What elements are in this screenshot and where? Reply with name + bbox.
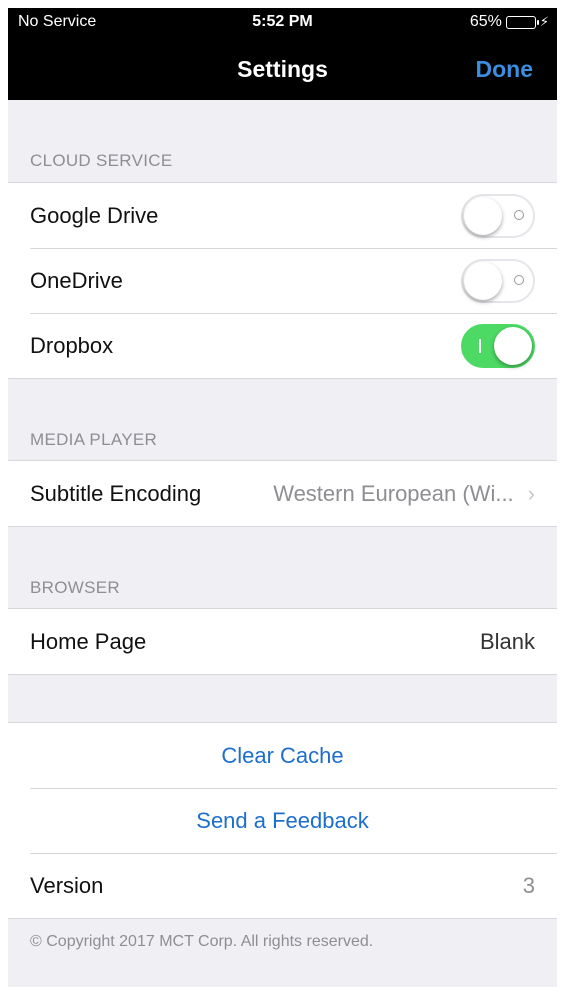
send-feedback-button[interactable]: Send a Feedback — [8, 788, 557, 853]
battery-status: 65% ⚡ — [470, 13, 549, 31]
toggle-knob — [464, 196, 502, 235]
home-page-label: Home Page — [30, 628, 147, 654]
subtitle-encoding-label: Subtitle Encoding — [30, 480, 202, 506]
media-player-group: Subtitle Encoding Western European (Wi..… — [8, 460, 557, 527]
google-drive-row: Google Drive — [8, 183, 557, 248]
google-drive-toggle[interactable] — [461, 193, 535, 238]
version-value: 3 — [522, 872, 535, 898]
settings-screen: No Service 5:52 PM 65% ⚡ Settings Done C… — [8, 8, 557, 987]
battery-percent: 65% — [469, 13, 502, 30]
toggle-knob — [464, 261, 502, 300]
toggle-off-indicator — [514, 209, 524, 220]
version-label: Version — [30, 872, 104, 898]
browser-group: Home Page Blank — [8, 608, 557, 675]
toggle-off-indicator — [514, 274, 524, 285]
media-player-header: MEDIA PLAYER — [30, 430, 158, 449]
done-button[interactable]: Done — [476, 56, 534, 83]
onedrive-row: OneDrive — [8, 248, 557, 313]
google-drive-label: Google Drive — [30, 202, 159, 228]
home-page-row[interactable]: Home Page Blank — [8, 609, 557, 674]
navigation-bar: Settings Done — [8, 38, 557, 100]
battery-icon — [505, 15, 539, 29]
charging-bolt-icon: ⚡ — [539, 14, 549, 29]
chevron-right-icon: › — [527, 480, 535, 506]
cloud-service-group: Google Drive OneDrive Dropbox — [8, 182, 557, 379]
subtitle-encoding-value: Western European (Wi... — [273, 480, 514, 506]
cloud-service-header: CLOUD SERVICE — [30, 151, 173, 170]
toggle-knob — [494, 326, 532, 365]
toggle-on-indicator — [479, 338, 481, 353]
home-page-value: Blank — [479, 628, 535, 654]
onedrive-toggle[interactable] — [461, 258, 535, 303]
clear-cache-button[interactable]: Clear Cache — [8, 723, 557, 788]
browser-header: BROWSER — [30, 578, 120, 597]
copyright-text: © Copyright 2017 MCT Corp. All rights re… — [30, 933, 374, 950]
dropbox-row: Dropbox — [8, 313, 557, 378]
actions-group: Clear Cache Send a Feedback Version 3 — [8, 722, 557, 919]
dropbox-toggle[interactable] — [461, 323, 535, 368]
status-bar: No Service 5:52 PM 65% ⚡ — [8, 8, 557, 38]
dropbox-label: Dropbox — [30, 332, 114, 358]
version-row: Version 3 — [8, 853, 557, 918]
onedrive-label: OneDrive — [30, 267, 123, 293]
subtitle-encoding-row[interactable]: Subtitle Encoding Western European (Wi..… — [8, 461, 557, 526]
